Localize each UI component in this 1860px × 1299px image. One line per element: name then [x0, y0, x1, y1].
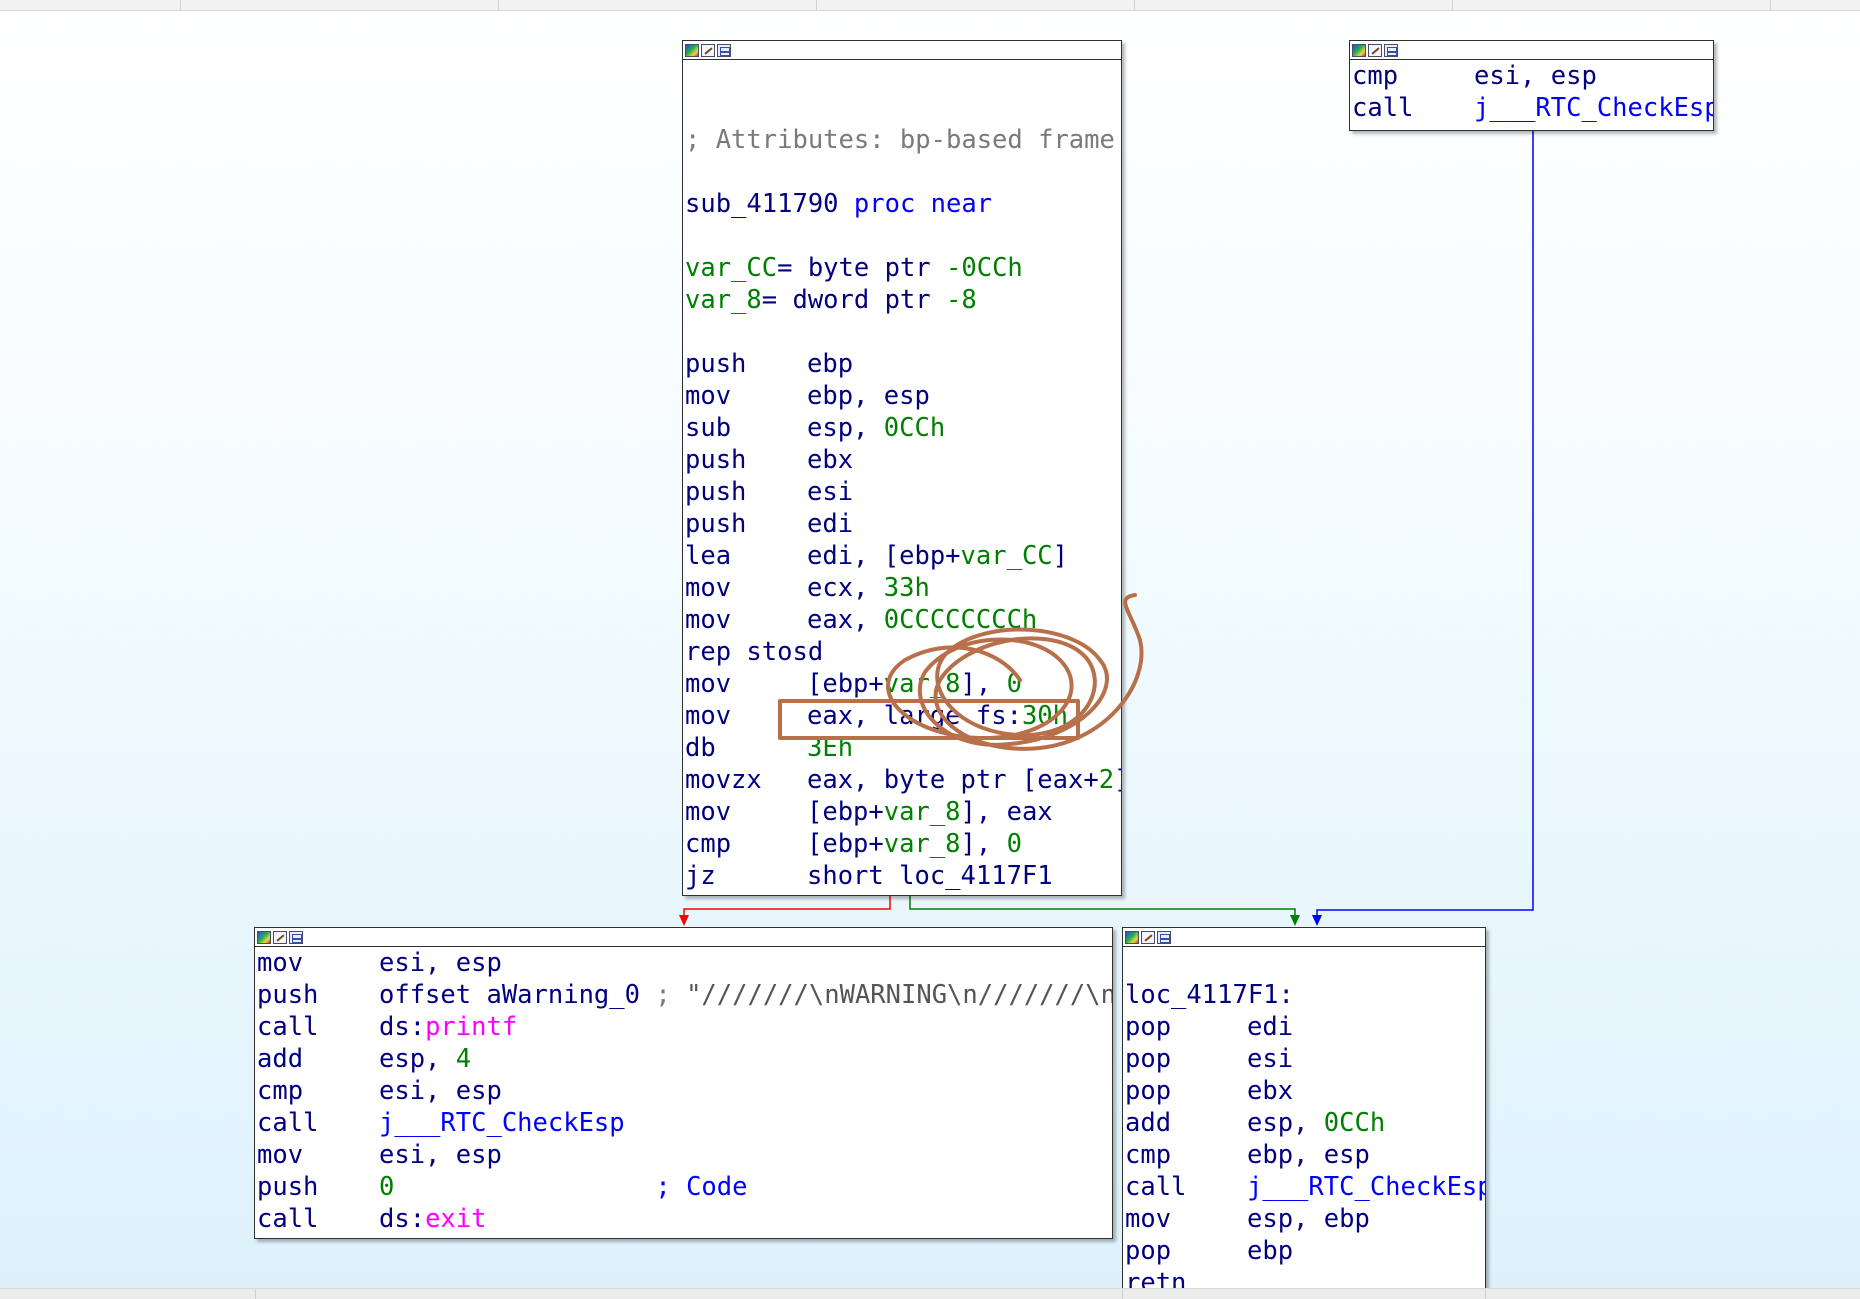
hand-drawn-annotation [778, 593, 1144, 751]
annotation-highlight-box [778, 699, 1080, 740]
annotation-scribble [886, 593, 1144, 751]
bottom-status-strip [0, 1288, 1860, 1299]
